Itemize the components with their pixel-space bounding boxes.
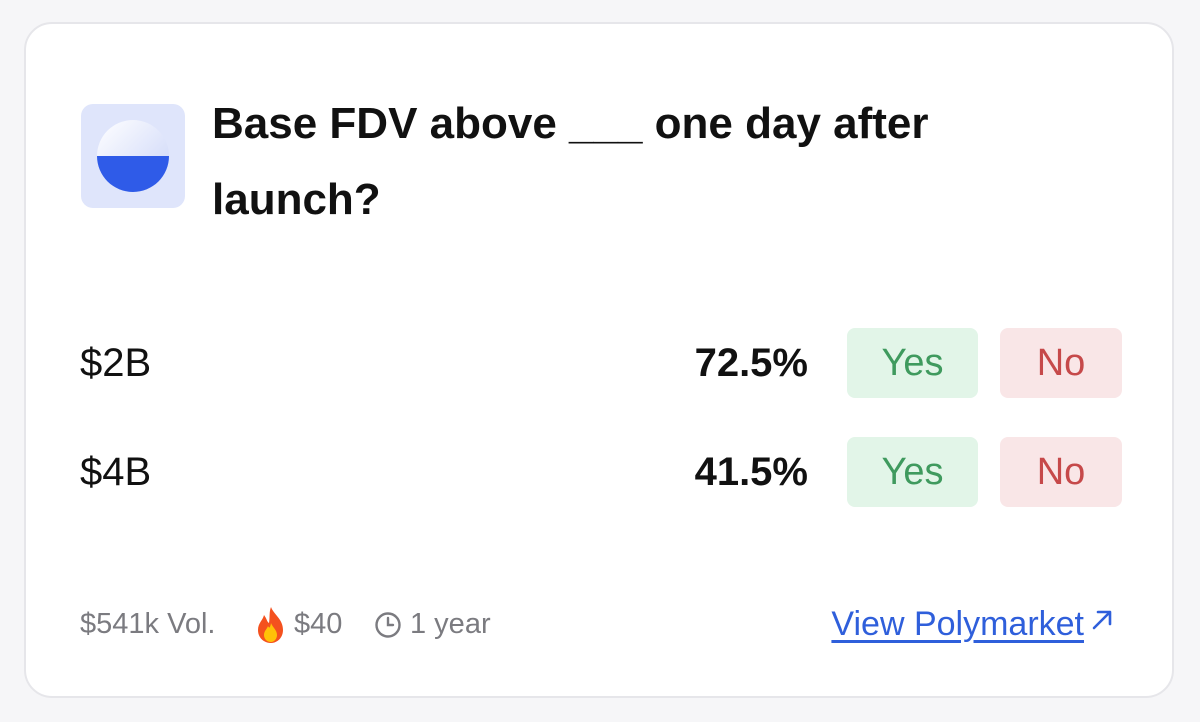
link-label: View Polymarket [831, 605, 1084, 643]
duration-text: 1 year [410, 608, 491, 640]
fee-text: $40 [294, 608, 343, 640]
market-card: Base FDV above ___ one day after launch?… [24, 22, 1174, 698]
base-logo-icon [81, 104, 185, 208]
outcome-probability: 72.5% [694, 341, 808, 385]
outcome-label: $4B [80, 450, 152, 494]
yes-button[interactable]: Yes [847, 328, 978, 398]
outcome-probability: 41.5% [694, 450, 808, 494]
external-arrow-icon [1092, 610, 1112, 630]
yes-button[interactable]: Yes [847, 437, 978, 507]
view-polymarket-link[interactable]: View Polymarket [831, 602, 1114, 646]
market-title: Base FDV above ___ one day after launch? [212, 99, 929, 224]
outcome-label: $2B [80, 341, 152, 385]
clock-icon [374, 602, 402, 646]
fire-icon [252, 602, 290, 646]
outcome-row: $2B 72.5% Yes No [26, 328, 1176, 398]
no-button[interactable]: No [1000, 437, 1122, 507]
no-button[interactable]: No [1000, 328, 1122, 398]
outcome-row: $4B 41.5% Yes No [26, 437, 1176, 507]
volume-text: $541k Vol. [80, 608, 216, 640]
